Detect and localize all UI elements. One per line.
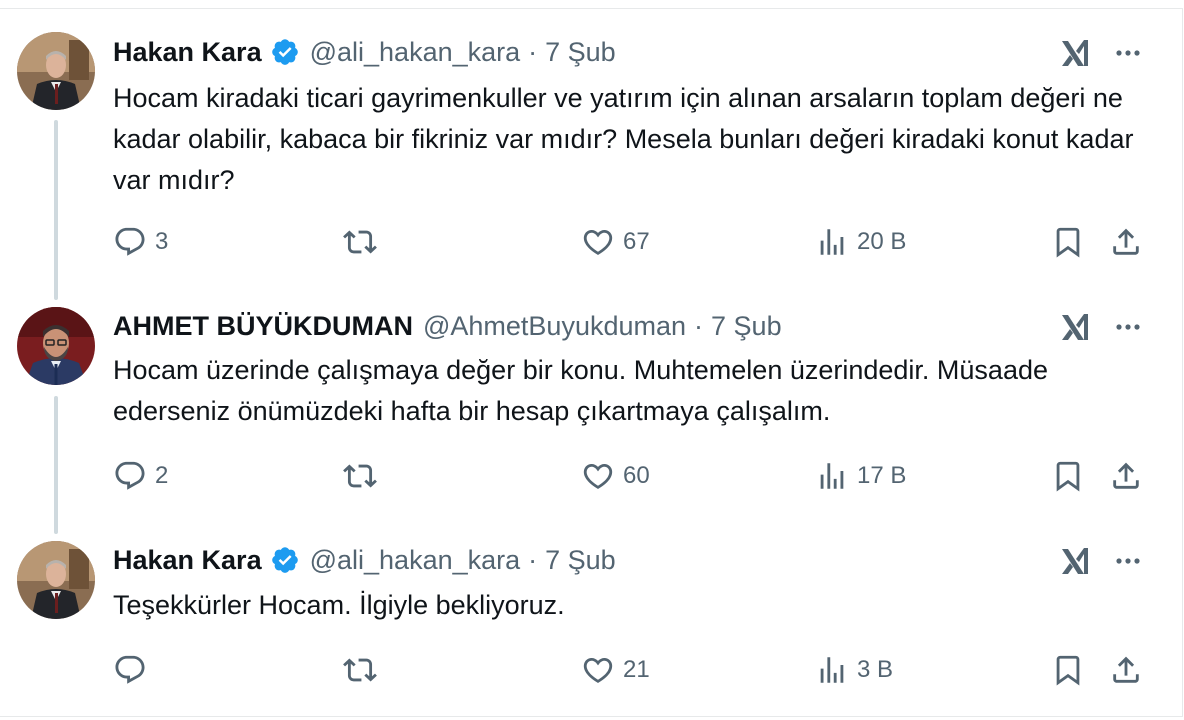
tweet-text: Hocam kiradaki ticari gayrimenkuller ve … — [113, 83, 1134, 195]
share-button[interactable] — [1109, 650, 1143, 690]
tweet-header: AHMET BÜYÜKDUMAN @AhmetBuyukduman · 7 Şu… — [113, 308, 782, 344]
like-icon — [583, 657, 613, 683]
share-icon — [1113, 656, 1139, 683]
reply-button[interactable]: 2 — [113, 456, 168, 496]
bookmark-icon — [1056, 227, 1080, 258]
timestamp[interactable]: 7 Şub — [545, 37, 616, 68]
views-button[interactable]: 20 B — [815, 222, 906, 262]
like-button[interactable]: 21 — [581, 650, 650, 690]
bookmark-button[interactable] — [1051, 650, 1085, 690]
verified-badge-icon — [270, 37, 300, 67]
views-icon — [820, 229, 844, 255]
retweet-icon — [343, 658, 377, 682]
views-button[interactable]: 3 B — [815, 650, 893, 690]
views-count: 20 B — [857, 228, 907, 255]
tweet-header: Hakan Kara @ali_hakan_kara · 7 Şub — [113, 34, 616, 70]
separator-dot: · — [694, 310, 704, 341]
thread-line — [54, 396, 58, 534]
retweet-button[interactable] — [343, 650, 385, 690]
views-icon — [820, 463, 844, 489]
share-button[interactable] — [1109, 456, 1143, 496]
reply-count: 2 — [155, 462, 169, 489]
bookmark-icon — [1056, 655, 1080, 686]
bookmark-button[interactable] — [1051, 456, 1085, 496]
views-count: 17 B — [857, 462, 907, 489]
more-icon[interactable] — [1112, 544, 1144, 578]
author-handle[interactable]: @ali_hakan_kara — [310, 37, 521, 68]
like-icon — [583, 463, 613, 489]
author-name[interactable]: Hakan Kara — [113, 545, 262, 576]
share-icon — [1113, 228, 1139, 255]
share-icon — [1113, 462, 1139, 489]
like-count: 67 — [623, 228, 650, 255]
thread-line — [54, 120, 58, 300]
like-count: 21 — [623, 656, 650, 683]
bookmark-icon — [1056, 461, 1080, 492]
separator-dot: · — [528, 544, 538, 575]
avatar[interactable] — [17, 32, 95, 110]
tweet-actions: 3 67 20 B — [113, 222, 1153, 262]
tweet-text: Teşekkürler Hocam. İlgiyle bekliyoruz. — [113, 590, 565, 620]
retweet-button[interactable] — [343, 456, 385, 496]
timestamp[interactable]: 7 Şub — [545, 545, 616, 576]
reply-icon — [115, 655, 145, 684]
tweet-actions: 21 3 B — [113, 650, 1153, 690]
avatar[interactable] — [17, 541, 95, 619]
like-button[interactable]: 60 — [581, 456, 650, 496]
reply-button[interactable] — [113, 650, 155, 690]
tweet-text: Hocam üzerinde çalışmaya değer bir konu.… — [113, 355, 1048, 426]
retweet-icon — [343, 230, 377, 254]
retweet-button[interactable] — [343, 222, 385, 262]
timestamp[interactable]: 7 Şub — [711, 311, 782, 342]
verified-badge-icon — [270, 545, 300, 575]
author-handle[interactable]: @AhmetBuyukduman — [423, 311, 686, 342]
author-name[interactable]: Hakan Kara — [113, 37, 262, 68]
views-icon — [820, 657, 844, 683]
grok-icon[interactable] — [1058, 36, 1092, 70]
like-button[interactable]: 67 — [581, 222, 650, 262]
like-icon — [583, 229, 613, 255]
avatar[interactable] — [17, 307, 95, 385]
reply-count: 3 — [155, 228, 169, 255]
more-icon[interactable] — [1112, 36, 1144, 70]
tweet-actions: 2 60 17 B — [113, 456, 1153, 496]
separator-dot: · — [528, 36, 538, 67]
tweet-header: Hakan Kara @ali_hakan_kara · 7 Şub — [113, 542, 616, 578]
grok-icon[interactable] — [1058, 310, 1092, 344]
views-count: 3 B — [857, 656, 894, 683]
like-count: 60 — [623, 462, 650, 489]
author-handle[interactable]: @ali_hakan_kara — [310, 545, 521, 576]
reply-button[interactable]: 3 — [113, 222, 168, 262]
views-button[interactable]: 17 B — [815, 456, 906, 496]
reply-icon — [115, 461, 145, 490]
author-name[interactable]: AHMET BÜYÜKDUMAN — [113, 311, 413, 342]
grok-icon[interactable] — [1058, 544, 1092, 578]
share-button[interactable] — [1109, 222, 1143, 262]
retweet-icon — [343, 464, 377, 488]
more-icon[interactable] — [1112, 310, 1144, 344]
reply-icon — [115, 227, 145, 256]
bookmark-button[interactable] — [1051, 222, 1085, 262]
